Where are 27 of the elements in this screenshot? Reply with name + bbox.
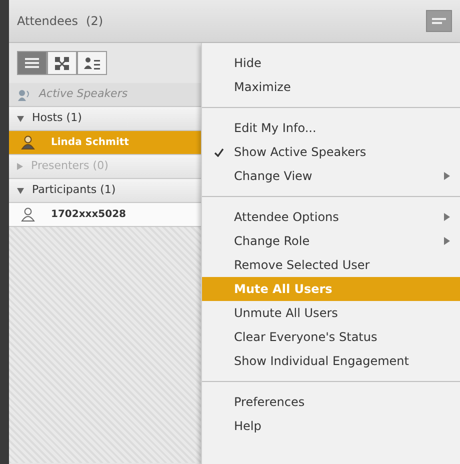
menu-item[interactable]: Show Individual Engagement [202,349,460,373]
menu-item[interactable]: Remove Selected User [202,253,460,277]
person-icon [21,207,35,222]
menu-item[interactable]: Change View [202,164,460,188]
panel-title: Attendees [17,13,78,30]
active-speakers-label: Active Speakers [39,86,128,102]
speaker-icon [17,88,31,102]
expanded-arrow-icon[interactable] [17,116,24,122]
group-label: Hosts (1) [32,110,82,126]
menu-item[interactable]: Change Role [202,229,460,253]
grid-view-button[interactable] [47,51,77,75]
grid-icon [53,54,71,72]
menu-item[interactable]: Unmute All Users [202,301,460,325]
group-label: Presenters (0) [31,158,108,174]
menu-item[interactable]: Help [202,414,460,438]
menu-item[interactable]: Maximize [202,75,460,99]
menu-item[interactable]: Hide [202,51,460,75]
menu-item[interactable]: Preferences [202,390,460,414]
sort-view-button[interactable] [77,51,107,75]
sort-icon [83,54,101,72]
menu-item[interactable]: Clear Everyone's Status [202,325,460,349]
list-view-button[interactable] [17,51,47,75]
expanded-arrow-icon[interactable] [17,188,24,194]
menu-button[interactable] [426,10,452,32]
host-icon [21,135,35,150]
attendee-count: (2) [86,13,104,30]
group-label: Participants (1) [32,182,116,198]
